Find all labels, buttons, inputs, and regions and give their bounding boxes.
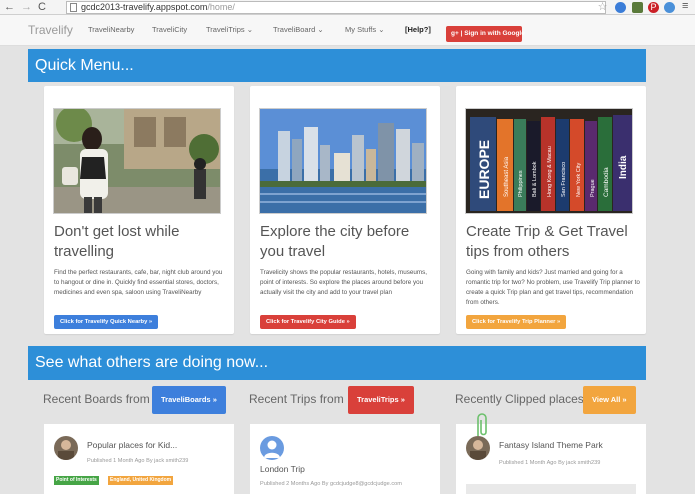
book-spine-1: Southeast Asia — [504, 156, 510, 197]
recent-board-card[interactable]: Popular places for Kid... Published 1 Mo… — [44, 424, 234, 494]
menu-icon[interactable]: ≡ — [682, 0, 688, 12]
brand-logo[interactable]: Travelify — [28, 23, 73, 37]
card-trip-description: Going with family and kids? Just married… — [466, 269, 640, 306]
card-trip-title: Create Trip & Get Travel tips from other… — [466, 223, 628, 260]
quick-nearby-button[interactable]: Click for Travelify Quick Nearby » — [54, 315, 159, 329]
book-spine-9: India — [618, 155, 629, 179]
page-icon — [70, 3, 77, 12]
extension-icon[interactable] — [632, 2, 643, 13]
card-nearby-description: Find the perfect restaurants, cafe, bar,… — [54, 269, 223, 296]
others-banner: See what others are doing now... — [28, 346, 646, 380]
nav-traveliboard[interactable]: TraveliBoard ⌄ — [273, 25, 324, 34]
quick-menu-banner: Quick Menu... — [28, 49, 646, 82]
book-spine-0: EUROPE — [476, 140, 492, 199]
address-bar[interactable]: gcdc2013-travelify.appspot.com/home/ — [66, 1, 606, 14]
clipped-title[interactable]: Fantasy Island Theme Park — [499, 440, 603, 450]
nav-my-stuffs[interactable]: My Stuffs ⌄ — [345, 25, 385, 34]
url-host: gcdc2013-travelify.appspot.com — [81, 2, 208, 12]
book-spine-7: Prague — [590, 179, 596, 197]
recent-trips-label: Recent Trips from — [249, 392, 344, 406]
book-spine-4: Hong Kong & Macau — [547, 146, 553, 197]
nav-help[interactable]: [Help?] — [405, 25, 431, 34]
google-signin-button[interactable]: g+ | Sign in with Google — [446, 26, 525, 42]
clipped-meta: Published 1 Month Ago By jack smith239 — [499, 460, 601, 466]
browser-toolbar: ← → C gcdc2013-travelify.appspot.com/hom… — [0, 0, 695, 15]
guidebooks-photo: EUROPE Southeast Asia Philippines Bali &… — [465, 108, 633, 214]
tag-point-of-interests[interactable]: Point of Interests — [54, 476, 99, 485]
city-skyline-photo — [259, 108, 427, 214]
traveliboards-button[interactable]: TraveliBoards » — [152, 386, 226, 414]
book-spine-6: New York City — [576, 163, 582, 197]
nav-travelitrips[interactable]: TraveliTrips ⌄ — [206, 25, 253, 34]
star-icon[interactable]: ☆ — [597, 2, 608, 13]
nearby-photo — [53, 108, 221, 214]
recent-boards-label: Recent Boards from — [43, 392, 150, 406]
trip-title[interactable]: London Trip — [260, 464, 305, 474]
city-guide-button[interactable]: Click for Travelify City Guide » — [260, 315, 356, 329]
travelitrips-button[interactable]: TraveliTrips » — [348, 386, 414, 414]
board-title[interactable]: Popular places for Kid... — [87, 440, 177, 450]
nav-travelinearby[interactable]: TraveliNearby — [88, 25, 134, 34]
tag-england[interactable]: England, United Kingdom — [108, 476, 174, 485]
user-avatar-icon — [260, 436, 284, 460]
trip-meta: Published 2 Months Ago By gcdcjudge8@gcd… — [260, 481, 402, 487]
globe-extension-icon[interactable] — [615, 2, 626, 13]
board-meta: Published 1 Month Ago By jack smith239 — [87, 458, 189, 464]
pinterest-icon[interactable]: P — [648, 2, 659, 13]
recent-trip-card[interactable]: London Trip Published 2 Months Ago By gc… — [250, 424, 440, 494]
card-nearby: Don't get lost while travelling Find the… — [44, 86, 234, 334]
board-avatar — [54, 436, 78, 460]
card-trip: EUROPE Southeast Asia Philippines Bali &… — [456, 86, 646, 334]
book-spine-3: Bali & Lombok — [532, 161, 538, 197]
view-all-button[interactable]: View All » — [583, 386, 636, 414]
nav-travelicity[interactable]: TraveliCity — [152, 25, 187, 34]
card-city-title: Explore the city before you travel — [260, 223, 410, 260]
paperclip-icon — [477, 413, 487, 436]
back-arrow-icon[interactable]: ← — [4, 1, 15, 13]
clipped-image-placeholder — [466, 484, 636, 494]
card-city: Explore the city before you travel Trave… — [250, 86, 440, 334]
card-city-description: Travelicity shows the popular restaurant… — [260, 269, 428, 296]
clipped-avatar — [466, 436, 490, 460]
forward-arrow-icon[interactable]: → — [21, 1, 32, 13]
trip-planner-button[interactable]: Click for Travelify Trip Planner » — [466, 315, 567, 329]
book-spine-5: San Francisco — [561, 162, 567, 197]
card-nearby-title: Don't get lost while travelling — [54, 223, 180, 260]
url-path: /home/ — [207, 2, 235, 12]
recently-clipped-label: Recently Clipped places — [455, 392, 584, 406]
book-spine-8: Cambodia — [603, 167, 610, 197]
recent-clipped-card[interactable]: Fantasy Island Theme Park Published 1 Mo… — [456, 413, 646, 494]
site-navbar: Travelify TraveliNearby TraveliCity Trav… — [0, 15, 695, 46]
chrome-sync-icon[interactable] — [664, 2, 675, 13]
reload-icon[interactable]: C — [38, 1, 46, 13]
book-spine-2: Philippines — [518, 170, 524, 197]
